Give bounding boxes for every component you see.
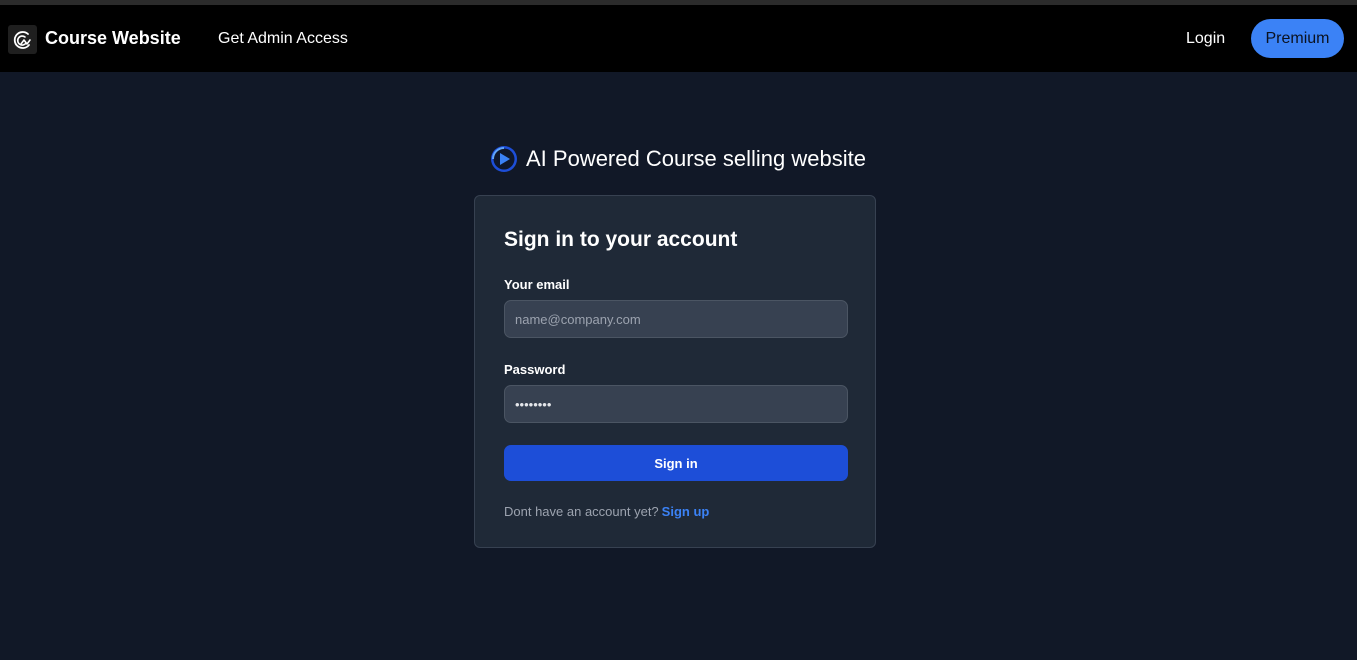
navbar: Course Website Get Admin Access Login Pr… (0, 5, 1357, 72)
sign-up-link[interactable]: Sign up (662, 504, 710, 519)
sign-in-button[interactable]: Sign in (504, 445, 848, 481)
play-logo-icon (491, 146, 517, 172)
password-field[interactable] (504, 385, 848, 423)
email-field[interactable] (504, 300, 848, 338)
signin-title: Sign in to your account (504, 228, 738, 251)
password-label: Password (504, 362, 566, 377)
signin-card: Sign in to your account Your email Passw… (474, 195, 876, 548)
brand-name[interactable]: Course Website (45, 28, 181, 49)
get-admin-access-link[interactable]: Get Admin Access (218, 30, 348, 48)
hero-heading: AI Powered Course selling website (490, 144, 866, 174)
signup-row: Dont have an account yet? Sign up (504, 504, 709, 519)
hero-title: AI Powered Course selling website (526, 146, 866, 171)
premium-button[interactable]: Premium (1251, 19, 1344, 58)
signup-prompt: Dont have an account yet? (504, 504, 659, 519)
email-label: Your email (504, 277, 570, 292)
course-logo-icon[interactable] (8, 25, 37, 54)
login-link[interactable]: Login (1186, 30, 1225, 48)
